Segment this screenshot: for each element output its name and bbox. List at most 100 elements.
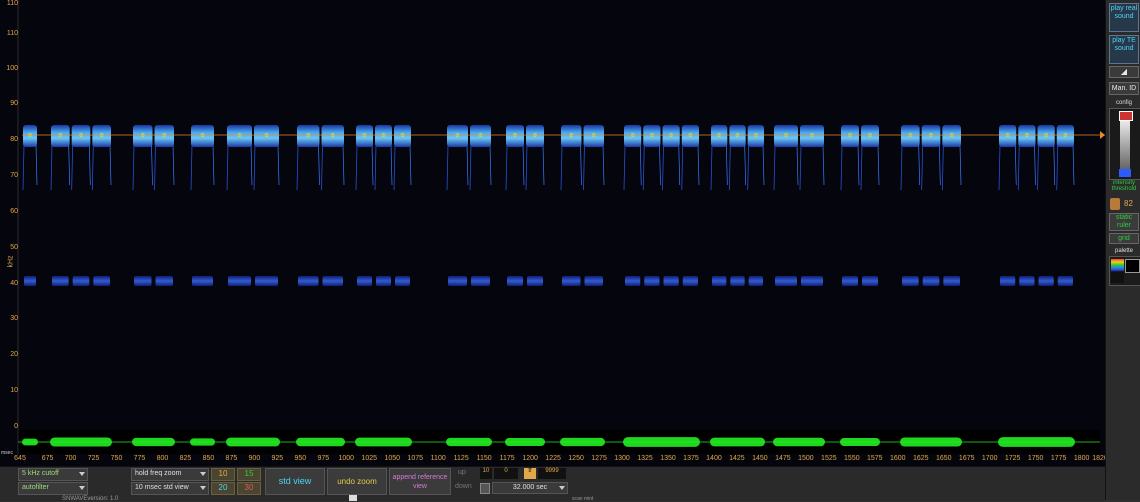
x-tick-label: 1150 [476, 455, 492, 462]
x-tick-label: 1275 [591, 455, 607, 462]
call-tail [91, 144, 94, 191]
x-tick-label: 1250 [568, 455, 584, 462]
harmonic-pulse [52, 276, 69, 286]
spectrogram-canvas[interactable] [0, 0, 1105, 466]
zoom-20-button[interactable]: 20 [211, 482, 235, 495]
call-tail [697, 144, 700, 186]
palette-swatch-gray[interactable] [1111, 272, 1124, 283]
x-tick-label: 1675 [958, 455, 975, 462]
y-tick-label: 50 [10, 244, 18, 251]
waveform-burst [226, 437, 280, 447]
x-tick-label: 1175 [499, 455, 515, 462]
std-view-select[interactable]: 10 msec std view [131, 482, 209, 495]
play-te-sound-button[interactable]: play TE sound [1109, 35, 1139, 64]
palette-swatch-dark[interactable] [1125, 259, 1140, 273]
call-tail [505, 144, 508, 191]
call-tail [796, 144, 799, 186]
call-tail [560, 144, 563, 191]
down-checkbox[interactable] [480, 483, 490, 494]
waveform-burst [900, 437, 962, 447]
cutoff-select[interactable]: 5 kHz cutoff [18, 468, 88, 481]
harmonic-pulse [842, 276, 858, 286]
call-tail [773, 144, 776, 191]
harmonic-pulse [922, 276, 940, 286]
call-tail [88, 144, 91, 186]
call-tail [1053, 144, 1056, 186]
waveform-burst [190, 438, 215, 446]
harmonic-pulse [801, 276, 823, 286]
call-tail [50, 144, 53, 191]
call-tail [857, 144, 860, 186]
append-reference-view-button[interactable]: append reference view [389, 468, 451, 495]
hold-freq-zoom-select[interactable]: hold freq zoom [131, 468, 209, 481]
call-tail [710, 144, 713, 191]
x-tick-label: 1225 [545, 455, 561, 462]
call-tail [900, 144, 903, 191]
call-tail [998, 144, 1001, 191]
harmonic-pulse [507, 276, 523, 286]
speaker-icon: ◢ [1120, 67, 1128, 76]
duration-select[interactable]: 32.000 sec [492, 482, 568, 494]
intensity-threshold-slider[interactable] [1109, 108, 1140, 180]
x-tick-label: 1375 [683, 455, 699, 462]
x-tick-label: 750 [110, 455, 123, 462]
up-value-2[interactable]: 0 [494, 468, 518, 479]
waveform-burst [132, 437, 175, 447]
zoom-15-button[interactable]: 15 [237, 468, 261, 481]
up-value-1[interactable]: 10 [480, 468, 492, 479]
harmonic-pulse [255, 276, 278, 286]
call-tail [374, 144, 377, 191]
harmonic-pulse [584, 276, 603, 286]
chevron-down-icon [79, 486, 85, 490]
palette-swatch-color[interactable] [1111, 259, 1124, 271]
autofilter-select[interactable]: autofilter [18, 482, 88, 495]
call-tail [296, 144, 299, 191]
x-tick-label: 675 [41, 455, 54, 462]
y-tick-label: 60 [10, 208, 18, 215]
y-tick-label: 80 [10, 136, 18, 143]
slider-handle[interactable] [1119, 111, 1133, 121]
grid-button[interactable]: grid [1109, 233, 1139, 244]
call-tail [583, 144, 585, 191]
x-tick-label: 1475 [775, 455, 791, 462]
call-tail [109, 144, 112, 186]
zoom-10-button[interactable]: 10 [211, 468, 235, 481]
speaker-settings-button[interactable]: ◢ [1109, 66, 1139, 78]
zoom-30-button[interactable]: 30 [237, 482, 261, 495]
harmonic-pulse [748, 276, 763, 286]
call-tail [1034, 144, 1036, 186]
play-real-sound-button[interactable]: play real sound [1109, 3, 1139, 32]
static-ruler-button[interactable]: static ruler [1109, 213, 1139, 231]
waveform-burst [623, 437, 700, 447]
x-tick-label: 775 [133, 455, 146, 462]
std-view-button[interactable]: std view [265, 468, 325, 495]
x-tick-label: 1400 [706, 455, 722, 462]
down-label: down [455, 483, 472, 490]
call-tail [35, 144, 38, 186]
spectrogram-area[interactable]: 110 110 100 90 80 70 60 50 40 30 20 10 0… [0, 0, 1108, 466]
harmonic-pulse [298, 276, 319, 286]
call-tail [938, 144, 941, 186]
undo-zoom-button[interactable]: undo zoom [327, 468, 387, 495]
waveform-burst [710, 437, 765, 447]
up-value-3[interactable]: 9999 [538, 468, 566, 479]
manual-id-button[interactable]: Man. ID [1109, 82, 1139, 95]
x-tick-label: 1450 [752, 455, 768, 462]
bottom-control-panel: 5 kHz cutoff autofilter hold freq zoom 1… [0, 466, 1105, 502]
x-tick-label: 1100 [430, 455, 446, 462]
x-axis-unit-label: msec [1, 450, 13, 456]
threshold-value: 82 [1124, 199, 1133, 208]
x-tick-label: 1525 [821, 455, 837, 462]
call-tail [190, 144, 193, 191]
scroll-thumb[interactable] [349, 495, 357, 501]
harmonic-pulse [712, 276, 727, 286]
x-tick-label: 925 [271, 455, 284, 462]
call-tail [542, 144, 545, 186]
call-tail [662, 144, 664, 191]
harmonic-pulse [862, 276, 878, 286]
x-tick-label: 800 [156, 455, 169, 462]
call-tail [762, 144, 765, 186]
call-tail [277, 144, 280, 186]
call-tail [525, 144, 528, 191]
palette-selector[interactable] [1109, 256, 1140, 286]
